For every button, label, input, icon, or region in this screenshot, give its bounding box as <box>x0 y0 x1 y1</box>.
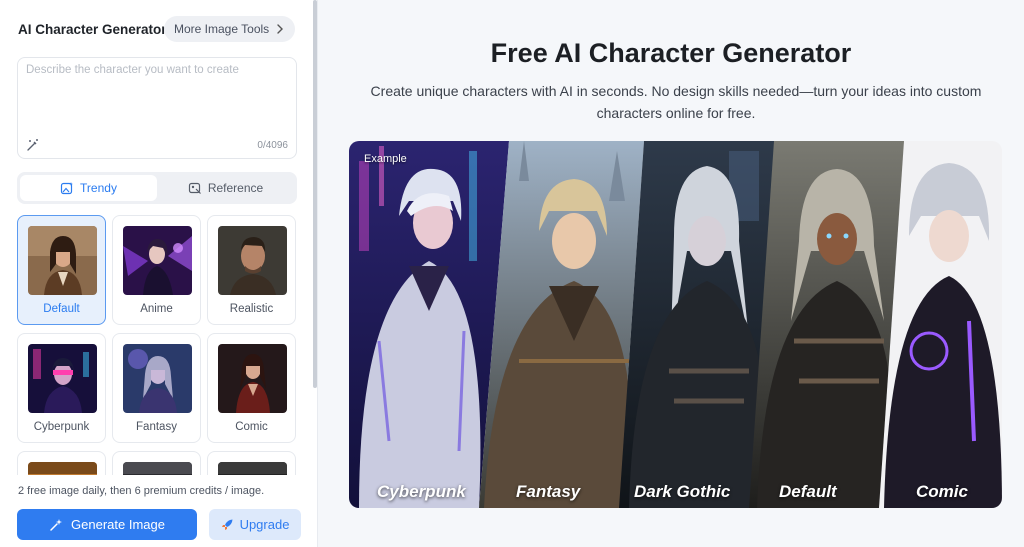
page-title: Free AI Character Generator <box>490 38 852 68</box>
style-option-comic[interactable]: Comic <box>207 333 296 443</box>
style-thumbnail-fantasy <box>123 344 192 413</box>
style-option-fantasy[interactable]: Fantasy <box>112 333 201 443</box>
sidebar-scrollbar[interactable] <box>313 0 317 388</box>
more-tools-label: More Image Tools <box>174 22 270 36</box>
rocket-icon <box>221 519 233 530</box>
sidebar: AI Character Generator More Image Tools … <box>0 0 318 547</box>
panel-label: Dark Gothic <box>634 482 731 501</box>
more-image-tools-button[interactable]: More Image Tools <box>164 16 296 42</box>
image-reference-icon <box>188 182 201 194</box>
tool-title: AI Character Generator <box>18 21 167 37</box>
tab-trendy[interactable]: Trendy <box>20 175 157 201</box>
style-thumbnail-default <box>28 226 97 295</box>
style-thumbnail-realistic <box>218 226 287 295</box>
panel-label: Fantasy <box>516 482 581 501</box>
tab-trendy-label: Trendy <box>80 181 117 195</box>
style-label: Cyberpunk <box>33 421 90 433</box>
example-banner: Example Cyberpunk Fantasy Dark Gothic De… <box>349 141 1002 508</box>
style-thumbnail-anime <box>123 226 192 295</box>
generate-image-button[interactable]: Generate Image <box>17 509 197 540</box>
style-option-anime[interactable]: Anime <box>112 215 201 325</box>
style-option-default[interactable]: Default <box>17 215 106 325</box>
character-counter: 0/4096 <box>257 140 288 151</box>
style-label: Anime <box>140 303 173 315</box>
generate-label: Generate Image <box>71 517 165 532</box>
chevron-right-icon <box>277 24 284 34</box>
style-option-partial[interactable] <box>112 451 201 475</box>
panel-label: Cyberpunk <box>377 482 466 501</box>
style-grid: Default Anime Realistic Cyberpunk Fantas… <box>17 215 299 475</box>
style-thumbnail-partial <box>28 462 97 475</box>
example-panel-comic: Comic <box>879 141 1002 508</box>
prompt-box: 0/4096 <box>17 57 297 159</box>
upgrade-button[interactable]: Upgrade <box>209 509 301 540</box>
style-label: Comic <box>235 421 268 433</box>
page-subtitle: Create unique characters with AI in seco… <box>370 83 982 121</box>
mode-tabs: Trendy Reference <box>17 172 297 204</box>
prompt-input[interactable] <box>26 64 288 126</box>
panel-label: Comic <box>916 482 968 501</box>
style-option-partial[interactable] <box>17 451 106 475</box>
style-option-partial[interactable] <box>207 451 296 475</box>
tab-reference-label: Reference <box>207 181 264 195</box>
magic-wand-icon[interactable] <box>26 138 40 152</box>
panel-label: Default <box>779 482 837 501</box>
style-thumbnail-partial <box>123 462 192 475</box>
image-sparkle-icon <box>60 182 74 195</box>
style-option-cyberpunk[interactable]: Cyberpunk <box>17 333 106 443</box>
sidebar-header: AI Character Generator More Image Tools <box>18 14 298 44</box>
style-label: Default <box>43 303 80 315</box>
style-thumbnail-cyberpunk <box>28 344 97 413</box>
tab-reference[interactable]: Reference <box>157 175 294 201</box>
style-thumbnail-partial <box>218 462 287 475</box>
style-thumbnail-comic <box>218 344 287 413</box>
style-label: Realistic <box>229 303 274 315</box>
credits-note: 2 free image daily, then 6 premium credi… <box>18 485 265 497</box>
sparkle-wand-icon <box>50 518 63 531</box>
example-tag: Example <box>364 153 407 165</box>
style-option-realistic[interactable]: Realistic <box>207 215 296 325</box>
style-label: Fantasy <box>136 421 177 433</box>
upgrade-label: Upgrade <box>239 517 290 532</box>
